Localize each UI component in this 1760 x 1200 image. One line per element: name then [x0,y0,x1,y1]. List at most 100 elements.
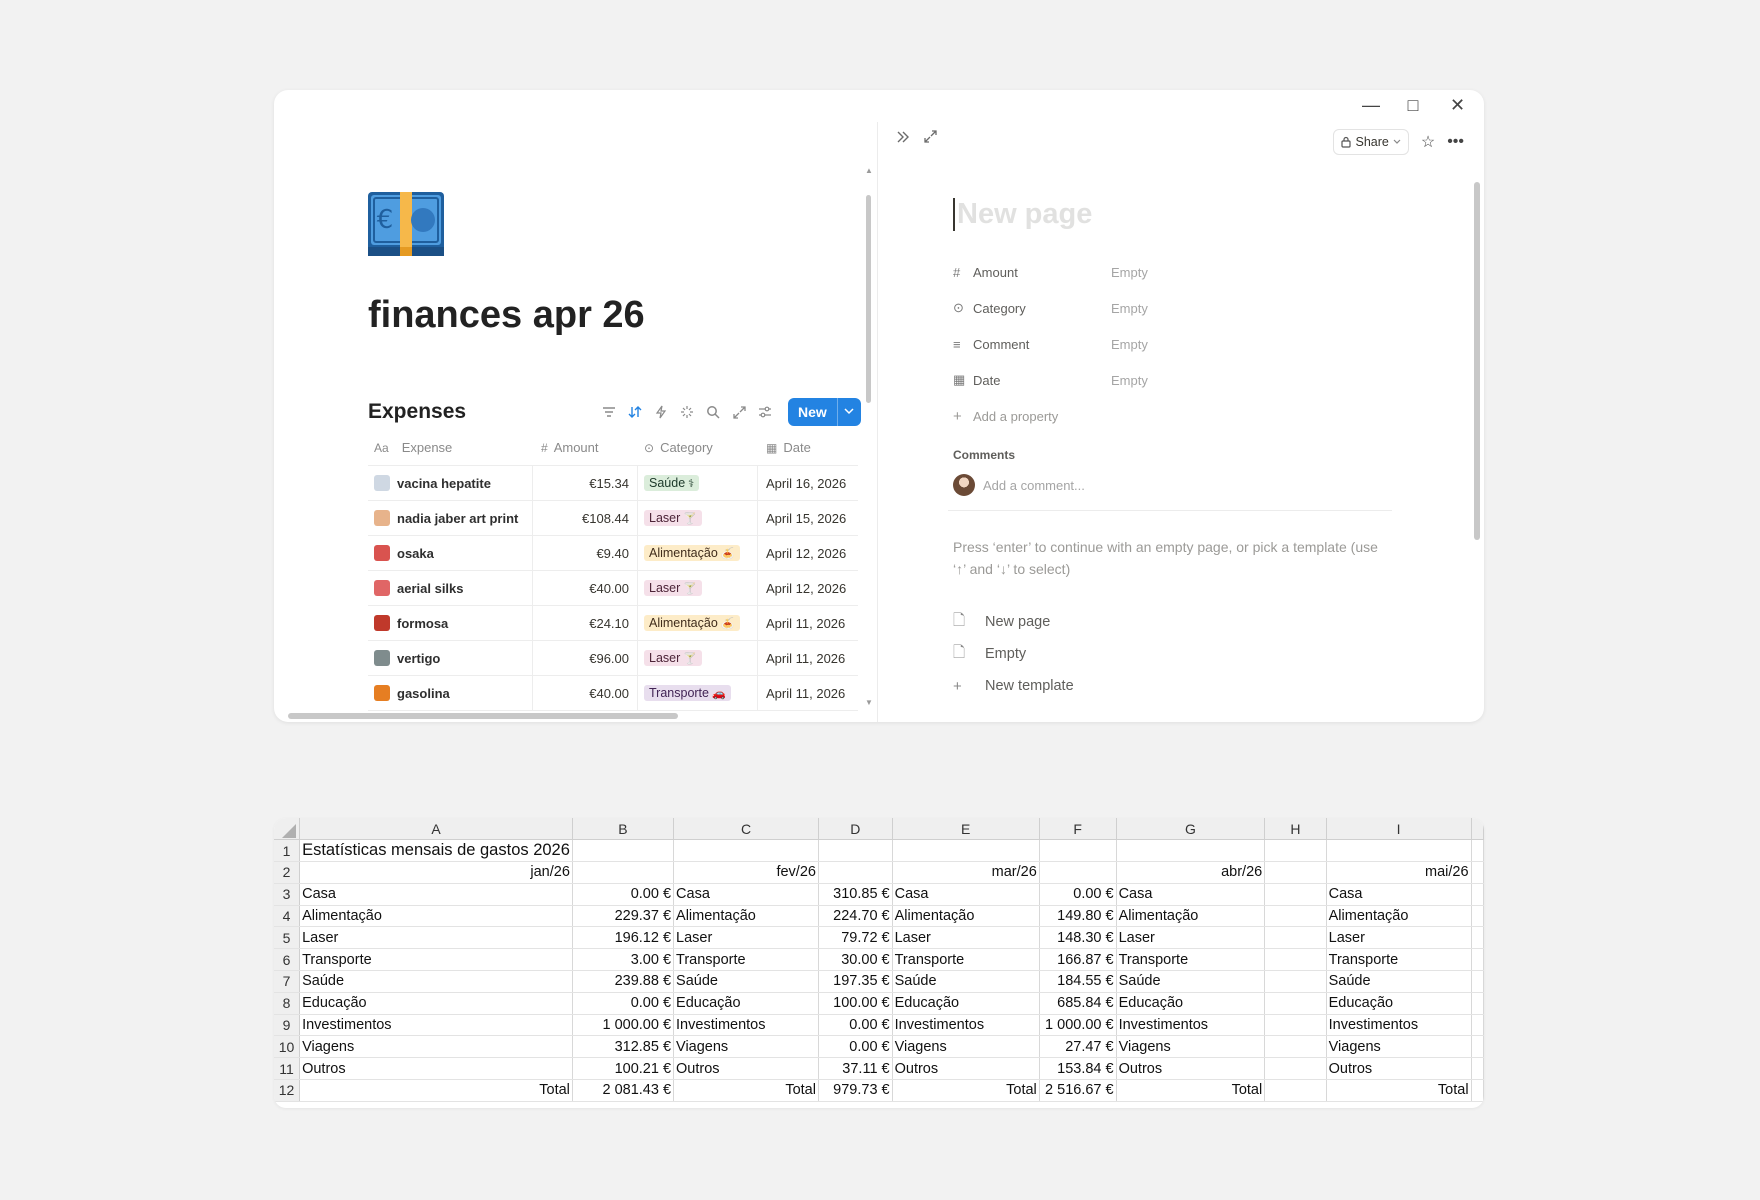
category-cell[interactable]: Laser 🍸 [638,501,758,535]
chevron-down-icon[interactable] [836,398,861,426]
cell[interactable]: 2 516.67 € [1039,1079,1117,1102]
cell[interactable] [1326,839,1472,863]
cell[interactable]: Transporte [1326,948,1472,972]
cell[interactable] [572,861,675,884]
column-header-category[interactable]: ⊙ Category [638,430,758,465]
expense-name[interactable]: vertigo [397,651,440,666]
expense-name[interactable]: osaka [397,546,434,561]
row-emoji-icon[interactable] [374,650,390,666]
cell[interactable]: 166.87 € [1039,948,1117,972]
cell[interactable]: Educação [673,992,819,1015]
cell[interactable]: 0.00 € [572,992,675,1015]
cell[interactable]: 196.12 € [572,926,675,950]
row-header[interactable]: 12 [274,1079,301,1102]
row-header[interactable]: 6 [274,948,301,972]
add-property-button[interactable]: + Add a property [953,398,1148,434]
cell[interactable]: Saúde [673,970,819,993]
cell[interactable]: Educação [892,992,1040,1015]
cell[interactable]: Casa [673,883,819,906]
column-header-c[interactable]: C [673,818,819,841]
column-header-f[interactable]: F [1039,818,1117,841]
open-full-page-icon[interactable] [924,130,937,146]
cell[interactable]: 0.00 € [572,883,675,906]
row-emoji-icon[interactable] [374,510,390,526]
cell[interactable]: Investimentos [892,1014,1040,1037]
column-header-a[interactable]: A [299,818,573,841]
cell[interactable]: 310.85 € [818,883,893,906]
property-amount[interactable]: # Amount Empty [953,254,1148,290]
cell[interactable]: 148.30 € [1039,926,1117,950]
row-emoji-icon[interactable] [374,580,390,596]
cell[interactable]: Total [673,1079,819,1102]
row-header[interactable]: 2 [274,861,301,884]
database-title[interactable]: Expenses [368,400,466,424]
cell[interactable] [1264,1014,1327,1037]
column-header-h[interactable]: H [1264,818,1327,841]
euro-banknote-icon[interactable]: € [368,192,444,256]
filter-icon[interactable] [600,403,618,421]
column-header-expense[interactable]: Aa Expense [368,430,533,465]
cell[interactable] [1471,992,1484,1015]
cell[interactable]: Outros [673,1057,819,1081]
cell[interactable]: Laser [1326,926,1472,950]
cell[interactable]: Alimentação [1116,905,1266,928]
cell[interactable] [1264,883,1327,906]
side-peek-scrollbar[interactable] [1474,182,1480,540]
cell[interactable] [1264,1035,1327,1059]
comment-input[interactable]: Add a comment... [953,474,1085,496]
cell[interactable] [1471,926,1484,950]
category-cell[interactable]: Alimentação 🍝 [638,606,758,640]
scroll-up-arrow-icon[interactable]: ▲ [865,166,873,175]
cell[interactable]: mar/26 [892,861,1040,884]
cell[interactable]: 979.73 € [818,1079,893,1102]
property-value[interactable]: Empty [1111,265,1148,280]
cell[interactable] [1264,1079,1327,1102]
cell[interactable] [1264,926,1327,950]
expense-cell[interactable]: vacina hepatite [368,466,533,500]
cell[interactable]: Laser [892,926,1040,950]
cell[interactable]: Educação [1116,992,1266,1015]
cell[interactable]: Estatísticas mensais de gastos 2026 [299,839,573,863]
template-empty[interactable]: 🗋 Empty [953,638,1074,670]
category-cell[interactable]: Alimentação 🍝 [638,536,758,570]
table-row[interactable]: vacina hepatite €15.34 Saúde ⚕ April 16, … [368,466,858,501]
cell[interactable]: Alimentação [673,905,819,928]
cell[interactable] [1264,861,1327,884]
cell[interactable] [1471,1014,1484,1037]
cell[interactable]: Investimentos [1326,1014,1472,1037]
row-emoji-icon[interactable] [374,475,390,491]
amount-cell[interactable]: €24.10 [533,606,638,640]
property-value[interactable]: Empty [1111,301,1148,316]
cell[interactable]: Alimentação [1326,905,1472,928]
column-header-e[interactable]: E [892,818,1040,841]
cell[interactable]: Investimentos [1116,1014,1266,1037]
cell[interactable]: 149.80 € [1039,905,1117,928]
cell[interactable]: abr/26 [1116,861,1266,884]
cell[interactable]: fev/26 [673,861,819,884]
cell[interactable]: Educação [299,992,573,1015]
cell[interactable] [1264,1057,1327,1081]
cell[interactable]: 100.00 € [818,992,893,1015]
template-new-page[interactable]: 🗋 New page [953,606,1074,638]
column-header-d[interactable]: D [818,818,893,841]
date-cell[interactable]: April 16, 2026 [758,466,858,500]
cell[interactable]: 79.72 € [818,926,893,950]
cell[interactable]: Casa [299,883,573,906]
row-header[interactable]: 9 [274,1014,301,1037]
cell[interactable]: 153.84 € [1039,1057,1117,1081]
row-header[interactable]: 1 [274,839,301,863]
ai-sparkle-icon[interactable] [678,403,696,421]
expense-cell[interactable]: osaka [368,536,533,570]
sort-icon[interactable] [626,403,644,421]
cell[interactable]: Viagens [299,1035,573,1059]
star-icon[interactable]: ☆ [1421,132,1435,152]
cell[interactable] [818,861,893,884]
row-header[interactable]: 11 [274,1057,301,1081]
cell[interactable]: Outros [1116,1057,1266,1081]
amount-cell[interactable]: €96.00 [533,641,638,675]
property-value[interactable]: Empty [1111,373,1148,388]
table-row[interactable]: osaka €9.40 Alimentação 🍝 April 12, 2026 [368,536,858,571]
expense-name[interactable]: gasolina [397,686,450,701]
table-row[interactable]: gasolina €40.00 Transporte 🚗 April 11, 20… [368,676,858,711]
cell[interactable]: Viagens [1116,1035,1266,1059]
